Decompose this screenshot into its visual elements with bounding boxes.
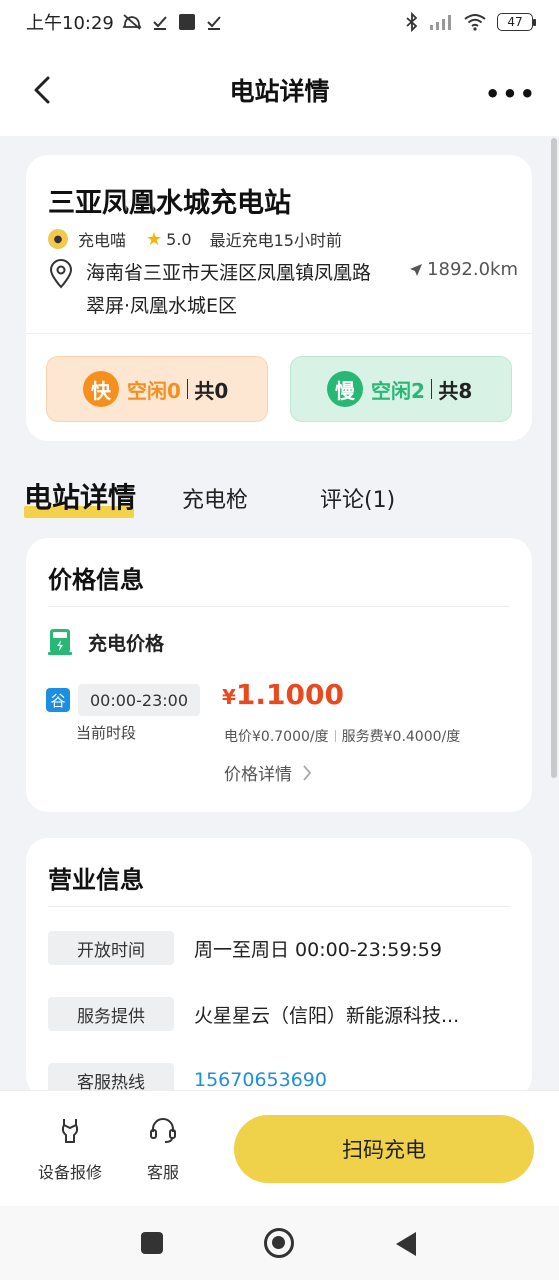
current-period-label: 当前时段	[76, 724, 137, 742]
business-row-label: 开放时间	[48, 931, 174, 965]
recent-apps-icon[interactable]	[141, 1232, 163, 1254]
back-triangle-icon[interactable]	[396, 1232, 416, 1256]
fast-total-count: 共0	[194, 378, 229, 403]
slow-free-count: 空闲2	[371, 378, 425, 403]
navigation-arrow-icon	[410, 263, 423, 276]
more-options-icon[interactable]: •••	[485, 80, 537, 108]
divider	[48, 906, 510, 907]
distance-value: 1892.0km	[427, 259, 518, 280]
valley-period-tag: 谷	[46, 688, 70, 712]
price-info-title: 价格信息	[48, 566, 144, 594]
divider	[430, 379, 433, 399]
charge-price-text: 充电价格	[88, 632, 165, 655]
price-info-card: 价格信息 充电价格 谷 00:00-23:00 当前时段 ¥1.1000 电价¥…	[26, 538, 532, 812]
tab-reviews[interactable]: 评论(1)	[320, 482, 395, 514]
customer-service-button[interactable]: 客服	[147, 1115, 179, 1183]
price-detail-link[interactable]: 价格详情	[224, 760, 312, 785]
service-provider-value: 火星星云（信阳）新能源科技...	[194, 1004, 460, 1027]
star-icon: ★	[146, 228, 163, 250]
business-row-label: 服务提供	[48, 997, 174, 1031]
repair-button[interactable]: 设备报修	[38, 1115, 102, 1183]
business-info-card: 营业信息 开放时间 周一至周日 00:00-23:59:59 服务提供 火星星云…	[26, 838, 532, 1098]
station-meta: ● 充电喵 ★ 5.0 最近充电15小时前	[48, 227, 342, 251]
price-currency: ¥	[222, 685, 236, 709]
electric-price: 电价¥0.7000/度	[224, 729, 329, 745]
fast-icon: 快	[83, 371, 119, 407]
wrench-icon	[61, 1119, 79, 1143]
service-label: 客服	[147, 1163, 180, 1182]
open-hours-value: 周一至周日 00:00-23:59:59	[194, 938, 442, 961]
charge-price-label: 充电价格	[48, 628, 164, 656]
station-card: 三亚凤凰水城充电站 ● 充电喵 ★ 5.0 最近充电15小时前 海南省三亚市天涯…	[26, 155, 532, 441]
location-pin-icon	[49, 259, 73, 289]
station-rating: 5.0	[166, 229, 192, 249]
wifi-icon	[464, 14, 486, 31]
business-row: 开放时间 周一至周日 00:00-23:59:59	[48, 931, 442, 965]
detail-tabs: 电站详情 充电枪 评论(1)	[24, 476, 534, 524]
business-row: 服务提供 火星星云（信阳）新能源科技...	[48, 997, 459, 1031]
home-icon[interactable]	[264, 1228, 294, 1258]
headset-icon	[150, 1118, 176, 1143]
period-time: 00:00-23:00	[78, 684, 200, 716]
station-address-row[interactable]: 海南省三亚市天涯区凤凰镇凤凰路翠屏·凤凰水城E区 1892.0km	[48, 257, 518, 323]
divider	[186, 379, 189, 399]
total-price: ¥1.1000	[222, 678, 344, 711]
tab-charging-guns[interactable]: 充电枪	[182, 482, 248, 514]
slow-total-count: 共8	[438, 378, 473, 403]
bluetooth-icon	[406, 12, 418, 32]
square-icon	[178, 14, 195, 30]
repair-label: 设备报修	[38, 1163, 103, 1182]
mute-icon	[122, 14, 142, 30]
bottom-action-bar: 设备报修 客服 扫码充电	[0, 1090, 559, 1206]
scan-charge-button[interactable]: 扫码充电	[234, 1115, 534, 1183]
station-name: 三亚凤凰水城充电站	[48, 188, 291, 219]
price-breakdown: 电价¥0.7000/度 服务费¥0.4000/度	[224, 726, 460, 746]
recent-charge: 最近充电15小时前	[209, 231, 342, 250]
check-icon	[153, 16, 167, 30]
fast-charger-badge[interactable]: 快 空闲0 共0	[46, 356, 268, 422]
status-bar: 上午10:29 47	[0, 0, 559, 44]
business-info-title: 营业信息	[48, 866, 144, 894]
brand-logo-icon: ●	[48, 229, 68, 249]
slow-icon: 慢	[327, 371, 363, 407]
page-title: 电站详情	[229, 77, 330, 106]
service-fee: 服务费¥0.4000/度	[341, 729, 461, 745]
scrollbar[interactable]	[551, 138, 557, 778]
divider	[48, 606, 510, 607]
chevron-left-icon[interactable]	[28, 72, 58, 108]
divider	[26, 333, 532, 334]
station-address: 海南省三亚市天涯区凤凰镇凤凰路翠屏·凤凰水城E区	[86, 262, 372, 317]
charging-pile-icon	[48, 629, 72, 655]
price-value: 1.1000	[235, 678, 344, 711]
status-time: 上午10:29	[26, 13, 114, 34]
price-detail-text: 价格详情	[224, 765, 292, 785]
system-nav-bar	[0, 1206, 559, 1280]
battery-icon: 47	[497, 13, 536, 31]
top-nav-bar: 电站详情 •••	[0, 44, 559, 136]
station-distance: 1892.0km	[409, 259, 518, 280]
slow-charger-badge[interactable]: 慢 空闲2 共8	[290, 356, 512, 422]
signal-icon	[430, 15, 451, 30]
check-icon	[207, 16, 221, 30]
tab-station-detail[interactable]: 电站详情	[24, 476, 136, 516]
hotline-link[interactable]: 15670653690	[194, 1069, 327, 1091]
brand-name: 充电喵	[78, 231, 127, 250]
divider	[334, 730, 336, 742]
fast-free-count: 空闲0	[127, 378, 181, 403]
chevron-right-icon	[303, 764, 312, 781]
